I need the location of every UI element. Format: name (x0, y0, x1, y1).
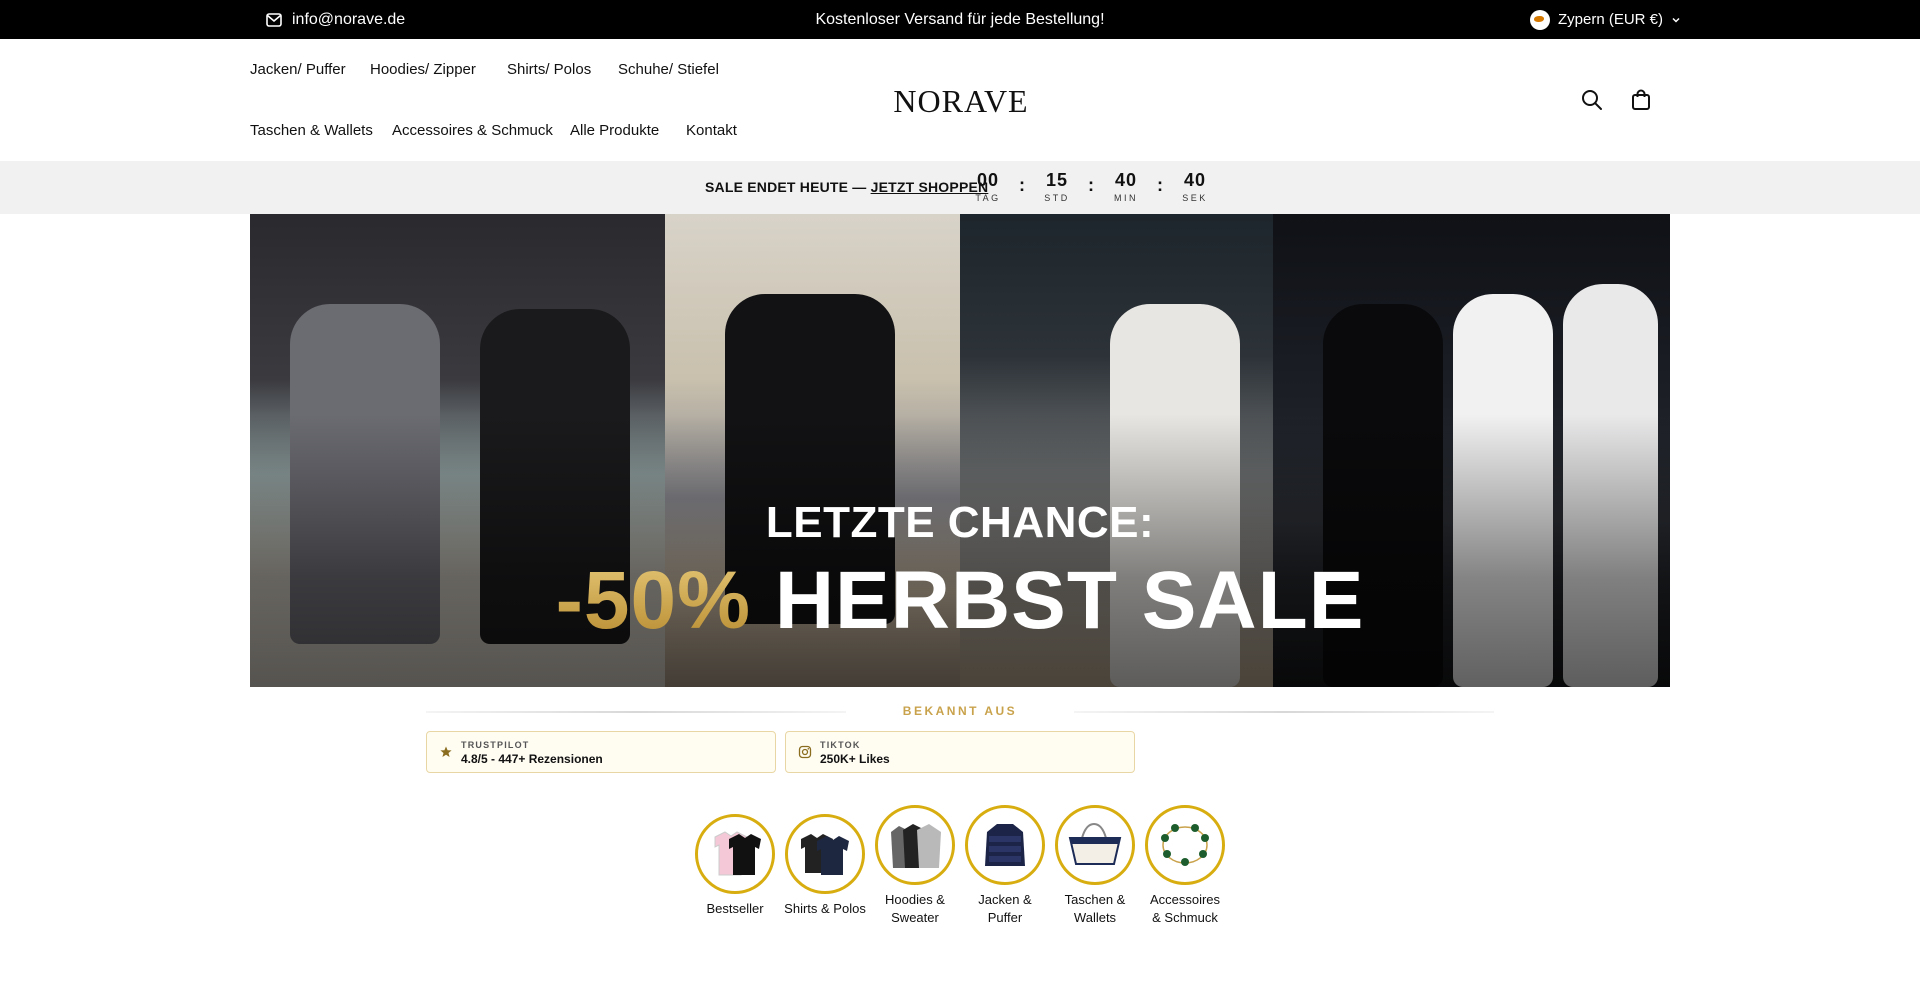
countdown-days: 00 TAG (966, 170, 1010, 203)
countdown-seconds-label: SEK (1182, 193, 1208, 203)
category-accessoires-schmuck[interactable]: Accessoires & Schmuck (1140, 805, 1230, 927)
sale-message: SALE ENDET HEUTE — JETZT SHOPPEN (705, 179, 988, 195)
search-icon[interactable] (1580, 88, 1604, 112)
email-link[interactable]: info@norave.de (266, 0, 405, 39)
sale-text: SALE ENDET HEUTE — (705, 179, 871, 195)
nav-accessoires-schmuck[interactable]: Accessoires & Schmuck (392, 122, 553, 139)
cyprus-flag-icon (1530, 9, 1550, 30)
known-from-title: BEKANNT AUS (902, 704, 1018, 718)
category-image (965, 805, 1045, 885)
countdown-separator: : (1157, 175, 1163, 195)
countdown-seconds: 40 SEK (1173, 170, 1217, 203)
instagram-icon (798, 745, 812, 759)
hero-headline: -50% HERBST SALE (250, 554, 1670, 648)
badge-label: TIKTOK (820, 740, 861, 750)
nav-alle-produkte[interactable]: Alle Produkte (570, 122, 659, 139)
country-selector[interactable]: Zypern (EUR €) (1530, 0, 1681, 39)
countdown-minutes-label: MIN (1114, 193, 1138, 203)
countdown-seconds-value: 40 (1183, 170, 1207, 190)
badge-label: TRUSTPILOT (461, 740, 530, 750)
nav-schuhe-stiefel[interactable]: Schuhe/ Stiefel (618, 61, 719, 78)
nav-jacken-puffer[interactable]: Jacken/ Puffer (250, 61, 346, 78)
site-logo[interactable]: NORAVE (890, 83, 1032, 120)
countdown-hours-label: STD (1044, 193, 1070, 203)
chevron-down-icon (1672, 17, 1680, 23)
star-icon (440, 746, 452, 757)
category-image (875, 805, 955, 885)
nav-hoodies-zipper[interactable]: Hoodies/ Zipper (370, 61, 476, 78)
category-jacken-puffer[interactable]: Jacken & Puffer (960, 805, 1050, 927)
sale-countdown-bar: SALE ENDET HEUTE — JETZT SHOPPEN 00 TAG … (0, 161, 1920, 214)
category-taschen-wallets[interactable]: Taschen & Wallets (1050, 805, 1140, 927)
email-text: info@norave.de (292, 10, 406, 28)
necklace-icon (1161, 824, 1209, 866)
nav-shirts-polos[interactable]: Shirts/ Polos (507, 61, 591, 78)
puffer-jacket-icon (985, 824, 1025, 866)
category-label: Shirts & Polos (784, 901, 866, 916)
announcement-text: Kostenloser Versand für jede Bestellung! (815, 10, 1105, 28)
site-header: Jacken/ Puffer Hoodies/ Zipper Shirts/ P… (0, 39, 1920, 161)
mail-icon (266, 12, 282, 27)
badge-value: 250K+ Likes (820, 752, 890, 766)
bag-icon (1068, 822, 1122, 865)
countdown-hours-value: 15 (1045, 170, 1069, 190)
countdown-days-value: 00 (976, 170, 1000, 190)
countdown-separator: : (1088, 175, 1094, 195)
countdown-minutes: 40 MIN (1104, 170, 1148, 203)
countdown-hours: 15 STD (1035, 170, 1079, 203)
category-image (1055, 805, 1135, 885)
country-label: Zypern (EUR €) (1558, 11, 1664, 28)
tiktok-badge[interactable]: TIKTOK 250K+ Likes (785, 731, 1135, 773)
category-hoodies-sweater[interactable]: Hoodies & Sweater (870, 805, 960, 927)
category-bestseller[interactable]: Bestseller (690, 814, 780, 918)
trustpilot-badge[interactable]: TRUSTPILOT 4.8/5 - 447+ Rezensionen (426, 731, 776, 773)
nav-taschen-wallets[interactable]: Taschen & Wallets (250, 122, 373, 139)
category-label: Jacken & Puffer (978, 892, 1032, 925)
category-image (1145, 805, 1225, 885)
tshirt-icon (714, 831, 761, 876)
known-from-section: BEKANNT AUS (426, 698, 1494, 728)
category-image (695, 814, 775, 894)
hero-kicker: LETZTE CHANCE: (765, 498, 1155, 547)
category-label: Accessoires & Schmuck (1149, 892, 1221, 925)
badge-value: 4.8/5 - 447+ Rezensionen (461, 752, 603, 766)
tshirt-icon (801, 834, 849, 875)
category-label: Hoodies & Sweater (885, 892, 945, 925)
announcement-bar: info@norave.de Kostenloser Versand für j… (0, 0, 1920, 39)
hero-headline-text: HERBST SALE (774, 555, 1365, 646)
hero-discount: -50% (555, 555, 752, 646)
countdown-minutes-value: 40 (1114, 170, 1138, 190)
hoodie-icon (891, 824, 941, 868)
shopping-bag-icon[interactable] (1629, 88, 1653, 112)
category-shirts-polos[interactable]: Shirts & Polos (780, 814, 870, 918)
hero-banner[interactable]: LETZTE CHANCE: -50% HERBST SALE (250, 214, 1670, 687)
countdown-days-label: TAG (975, 193, 1001, 203)
category-image (785, 814, 865, 894)
nav-kontakt[interactable]: Kontakt (686, 122, 737, 139)
category-label: Taschen & Wallets (1064, 892, 1126, 925)
category-label: Bestseller (706, 901, 764, 916)
countdown-separator: : (1019, 175, 1025, 195)
